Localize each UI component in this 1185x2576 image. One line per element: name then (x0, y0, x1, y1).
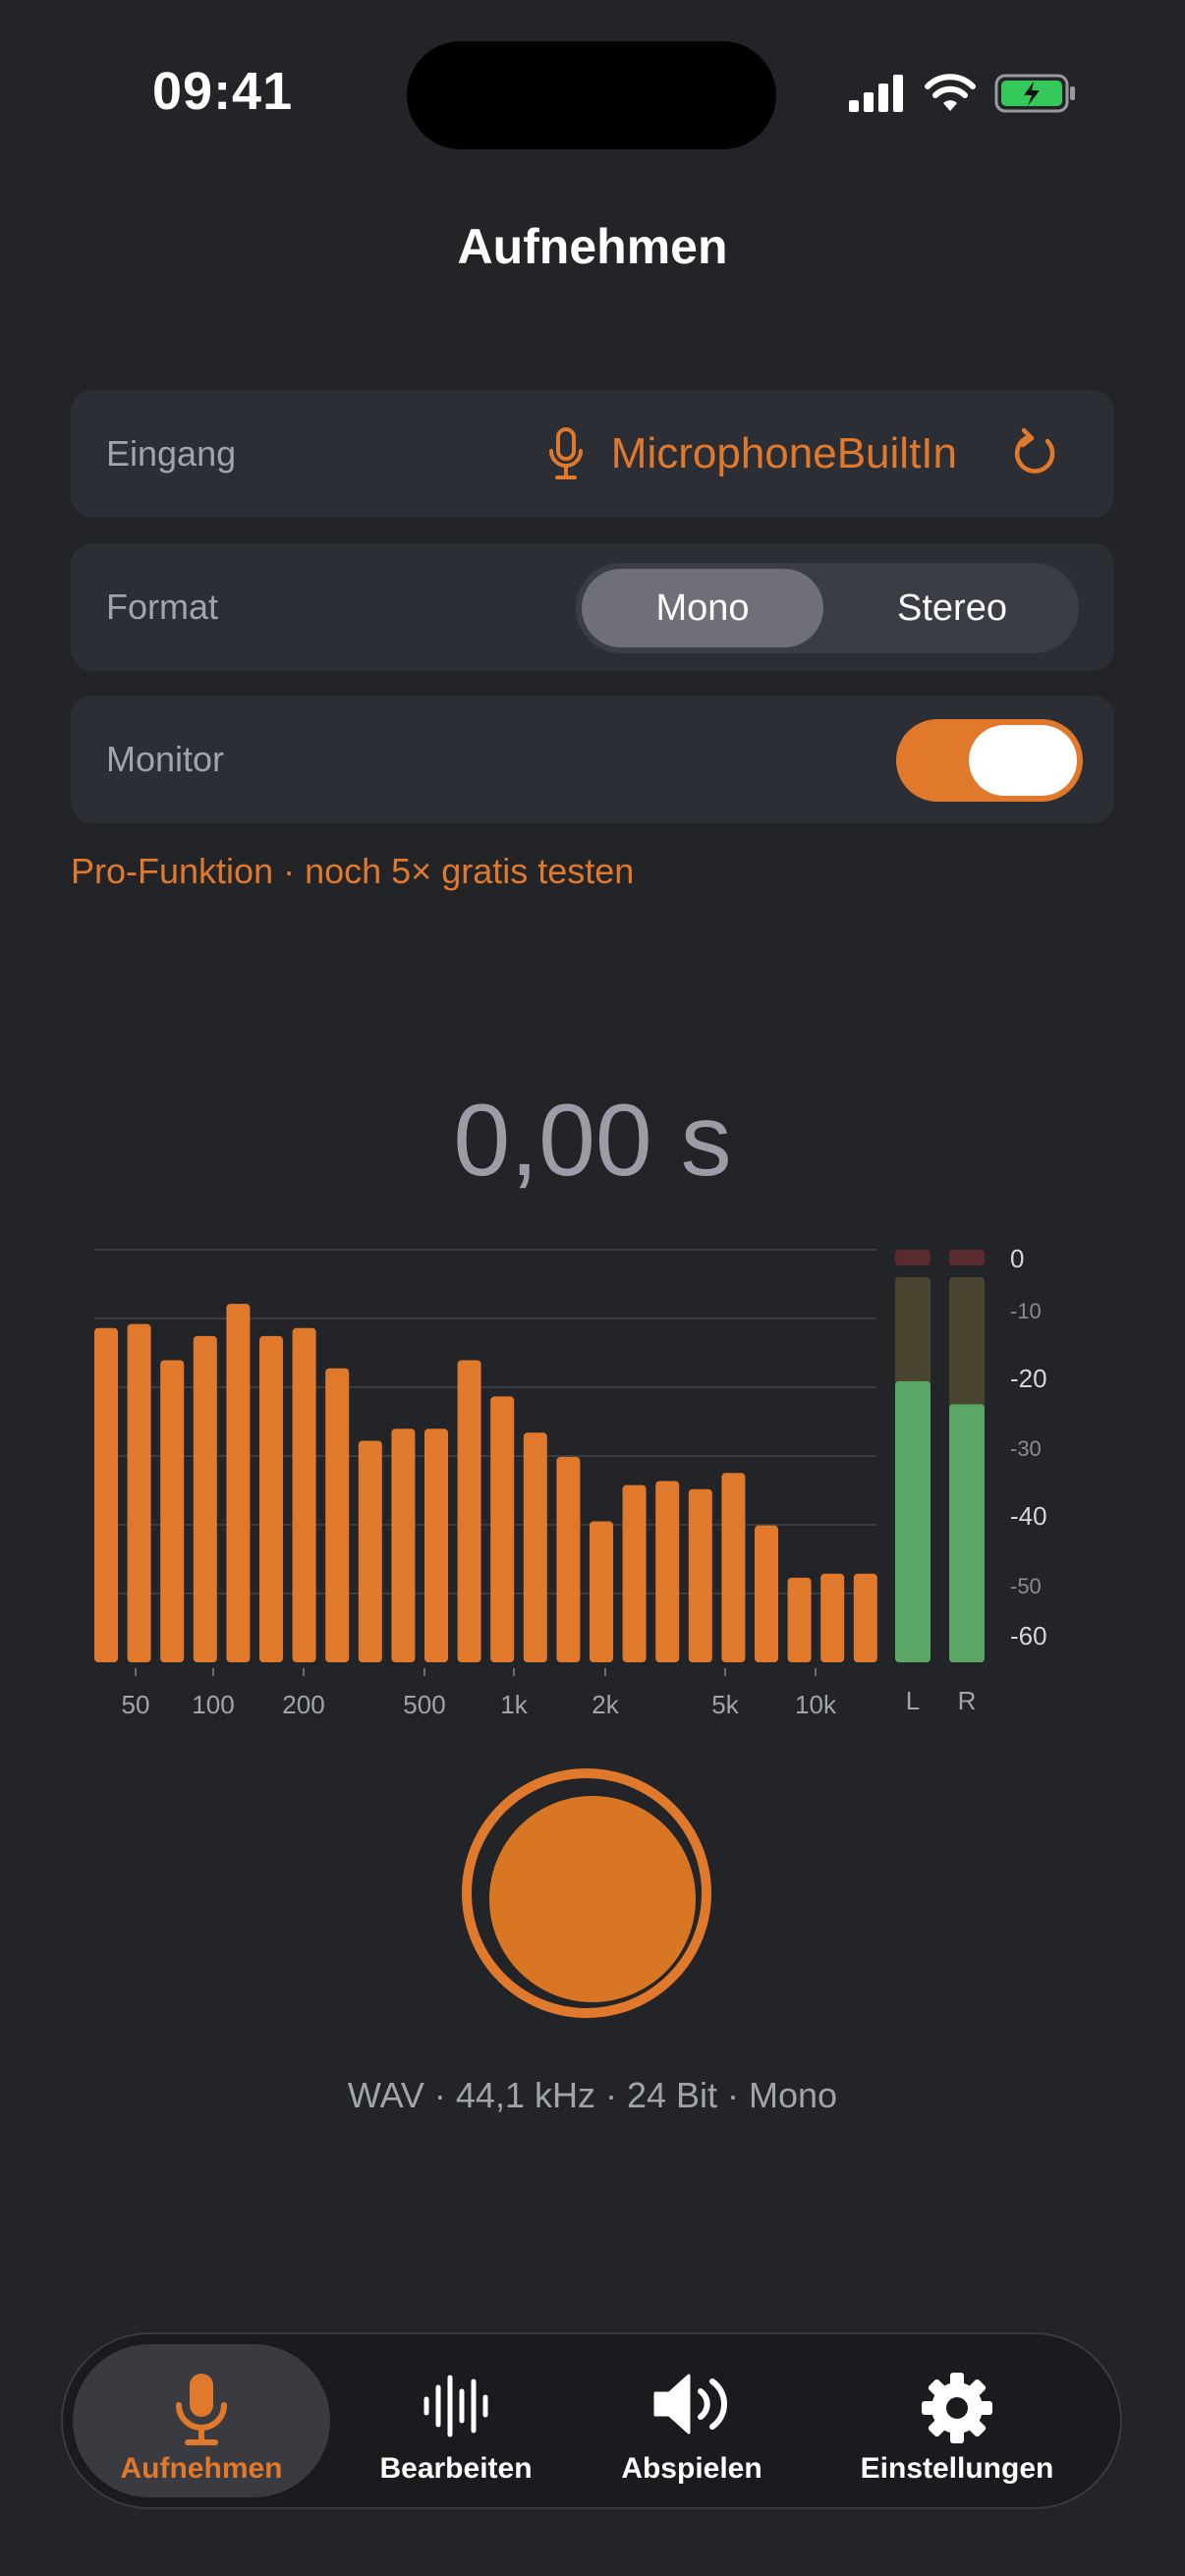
input-row[interactable]: Eingang MicrophoneBuiltIn (71, 390, 1114, 518)
spectrum-bar (853, 1573, 877, 1662)
spectrum-bar (127, 1323, 151, 1662)
spectrum-bar (325, 1368, 350, 1662)
spectrum-bar (391, 1428, 416, 1662)
tab-label: Aufnehmen (120, 2452, 283, 2485)
frequency-label: 50 (122, 1690, 150, 1719)
spectrum-bar (590, 1521, 613, 1662)
spectrum-bar (424, 1428, 448, 1662)
spectrum-bar (292, 1327, 316, 1662)
db-scale-label: -50 (1010, 1574, 1042, 1598)
spectrum-bar (755, 1525, 778, 1662)
spectrum-bar (94, 1327, 118, 1662)
spectrum-bar (490, 1396, 515, 1662)
level-meter-fill (949, 1404, 985, 1662)
tab-bearbeiten[interactable]: Bearbeiten (348, 2344, 564, 2497)
tab-bar: Aufnehmen Bearbeiten Abspielen Einstellu… (61, 2332, 1122, 2509)
clip-indicator (949, 1250, 985, 1265)
db-scale-label: -40 (1010, 1501, 1047, 1531)
recording-format-info: WAV · 44,1 kHz · 24 Bit · Mono (347, 2075, 838, 2115)
format-option-mono[interactable]: Mono (582, 569, 823, 647)
tab-label: Einstellungen (860, 2452, 1054, 2485)
status-icons (847, 69, 1077, 118)
tab-aufnehmen[interactable]: Aufnehmen (73, 2344, 330, 2497)
format-option-stereo[interactable]: Stereo (831, 569, 1073, 647)
refresh-icon[interactable] (1010, 427, 1059, 480)
spectrum-meter: 50 100 200 500 1k 2k 5k 10k L R 0 -10 -20 -30 -40 -50 -6… (94, 1244, 1047, 1719)
frequency-label: 5k (711, 1690, 739, 1719)
input-label: Eingang (106, 433, 237, 474)
monitor-toggle[interactable] (896, 719, 1083, 802)
spectrum-bar (358, 1440, 382, 1662)
level-meter-fill (895, 1380, 931, 1662)
format-row: Format Mono Stereo (71, 543, 1114, 671)
recording-timer: 0,00 s (453, 1084, 732, 1198)
channel-label: L (906, 1686, 920, 1715)
input-device-value[interactable]: MicrophoneBuiltIn (611, 390, 957, 518)
format-label: Format (106, 587, 219, 627)
microphone-icon (549, 427, 583, 479)
wifi-icon (925, 74, 976, 111)
toggle-knob (969, 725, 1077, 796)
pro-feature-note: Pro-Funktion · noch 5× gratis testen (71, 851, 635, 891)
clip-indicator (895, 1250, 931, 1265)
frequency-label: 2k (592, 1690, 619, 1719)
speaker-icon (653, 2374, 727, 2435)
spectrum-bar (457, 1360, 481, 1662)
mic-icon (176, 2374, 227, 2445)
spectrum-bar (622, 1484, 647, 1662)
waveform-icon (423, 2375, 488, 2437)
frequency-label: 200 (282, 1690, 324, 1719)
db-scale-label: -60 (1010, 1621, 1047, 1651)
spectrum-bar (556, 1456, 581, 1662)
monitor-label: Monitor (106, 739, 225, 779)
monitor-row: Monitor (71, 696, 1114, 823)
spectrum-bar (259, 1335, 283, 1662)
spectrum-bar (787, 1577, 812, 1662)
record-button-core[interactable] (489, 1796, 696, 2002)
frequency-label: 1k (500, 1690, 528, 1719)
spectrum-bar (820, 1573, 845, 1662)
status-time: 09:41 (152, 62, 294, 121)
spectrum-bar (160, 1360, 185, 1662)
battery-icon (994, 74, 1075, 113)
spectrum-bar (655, 1481, 680, 1662)
format-segmented-control[interactable]: Mono Stereo (576, 563, 1079, 653)
spectrum-bar (688, 1488, 712, 1662)
dynamic-island (407, 41, 776, 149)
page-title: Aufnehmen (457, 219, 728, 274)
signal-icon (849, 75, 903, 112)
spectrum-bar (193, 1335, 217, 1662)
db-scale-label: -20 (1010, 1364, 1047, 1393)
tab-einstellungen[interactable]: Einstellungen (819, 2344, 1095, 2497)
spectrum-bar (523, 1432, 547, 1662)
frequency-label: 100 (192, 1690, 234, 1719)
db-scale-label: 0 (1010, 1244, 1024, 1273)
channel-label: R (958, 1686, 977, 1715)
tab-label: Bearbeiten (379, 2452, 533, 2485)
db-scale-label: -10 (1010, 1299, 1042, 1323)
spectrum-bar (721, 1473, 746, 1662)
frequency-label: 500 (403, 1690, 445, 1719)
tab-label: Abspielen (621, 2452, 762, 2485)
tab-abspielen[interactable]: Abspielen (584, 2344, 800, 2497)
db-scale-label: -30 (1010, 1436, 1042, 1461)
frequency-label: 10k (795, 1690, 837, 1719)
spectrum-bar (226, 1304, 251, 1662)
gear-icon (922, 2373, 992, 2443)
